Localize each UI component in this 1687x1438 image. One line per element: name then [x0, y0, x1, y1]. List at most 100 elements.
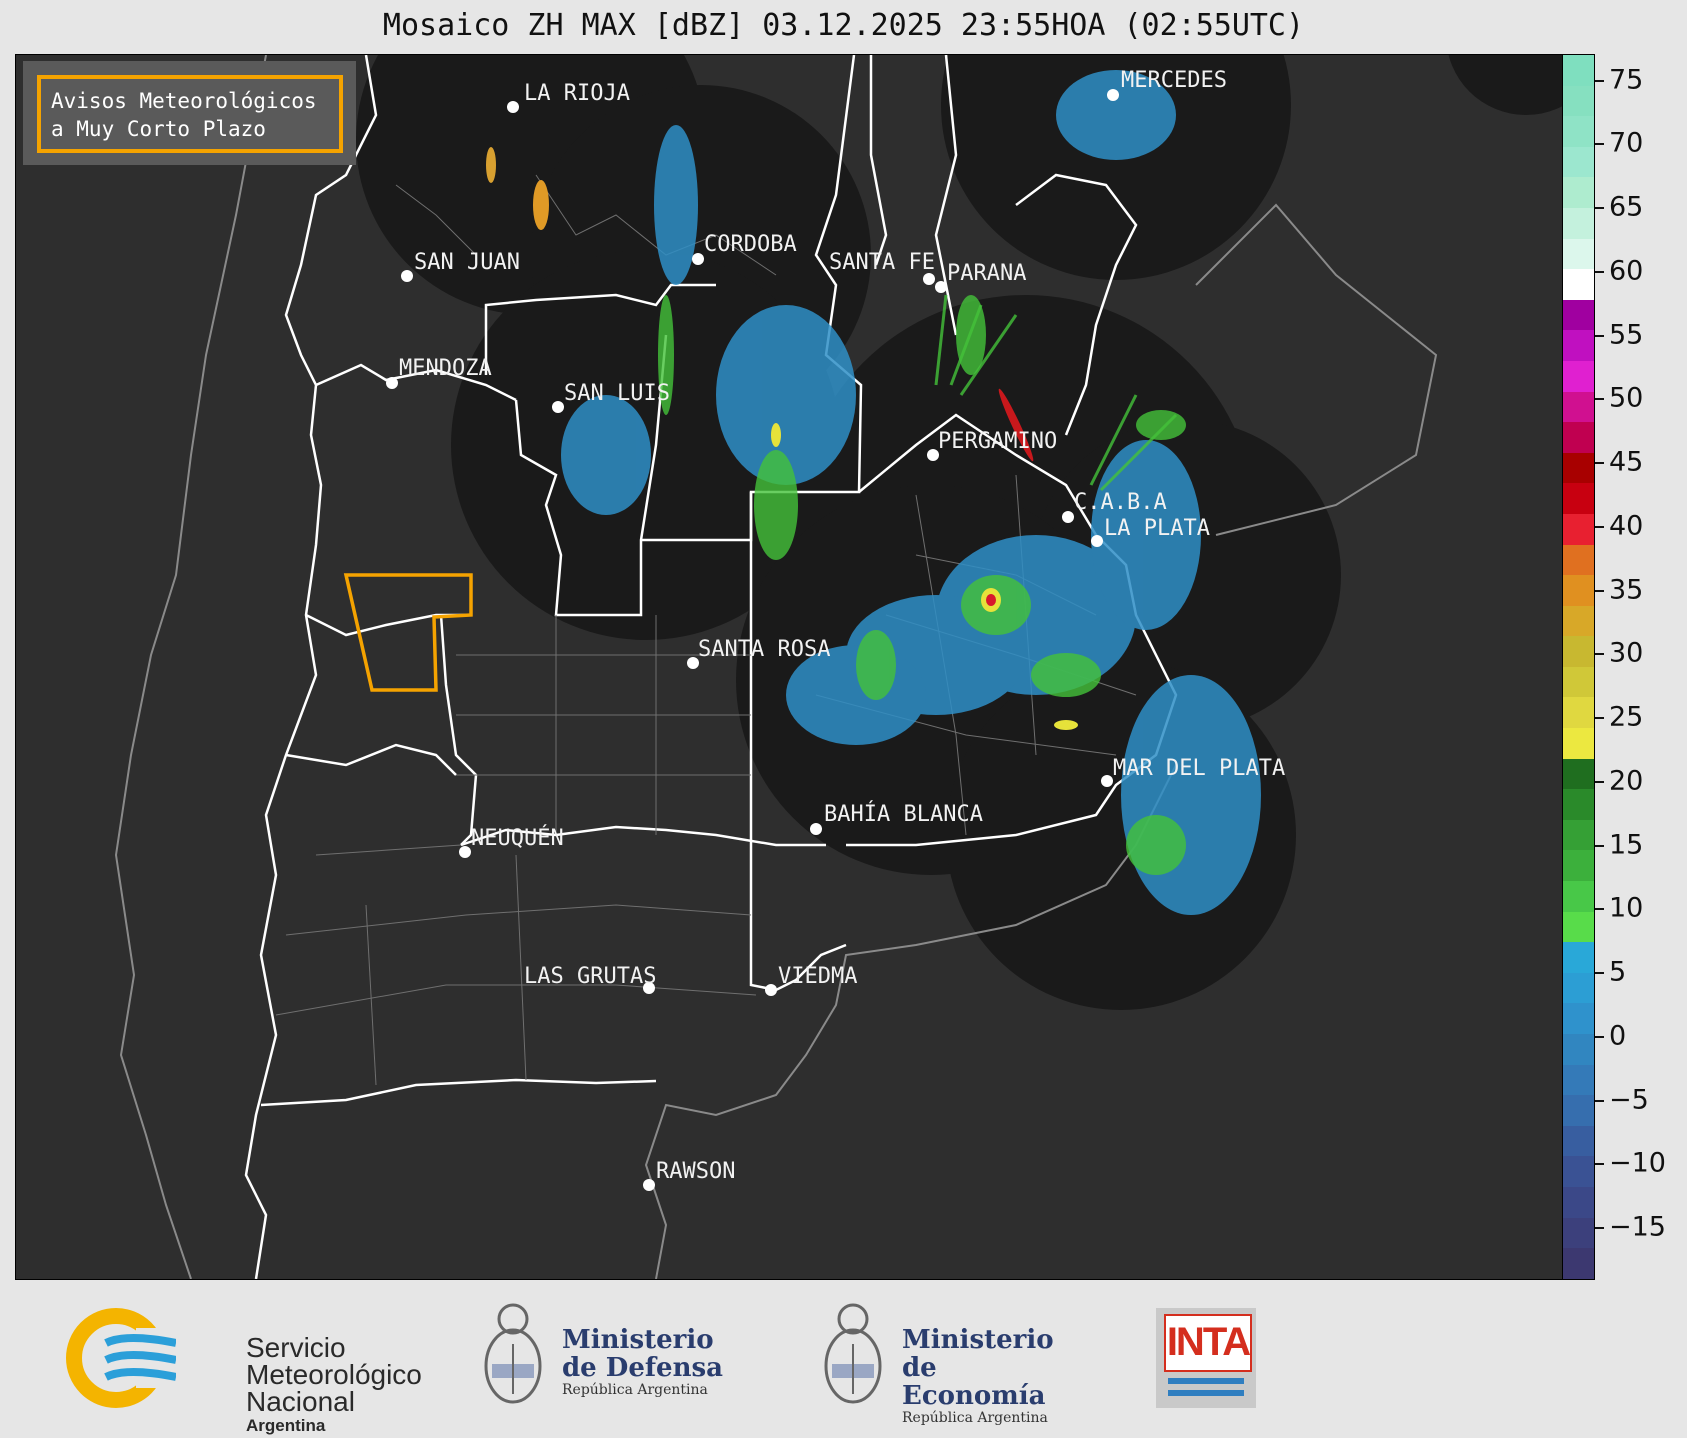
colorbar-tick-label: 65	[1609, 191, 1644, 223]
colorbar-band	[1563, 575, 1594, 606]
smn-line1: Servicio	[246, 1332, 346, 1363]
colorbar-band	[1563, 881, 1594, 912]
city-dot-viedma	[765, 984, 777, 996]
city-label-mar-del-plata: MAR DEL PLATA	[1113, 756, 1285, 781]
colorbar-band	[1563, 942, 1594, 973]
colorbar-tick	[1595, 589, 1604, 592]
colorbar-tick	[1595, 653, 1604, 656]
city-dot-neuquen	[459, 846, 471, 858]
city-label-bahia-blanca: BAHÍA BLANCA	[824, 801, 983, 827]
colorbar-tick-label: 55	[1609, 319, 1644, 350]
city-dot-cordoba	[692, 253, 704, 265]
coat-of-arms-icon	[824, 1303, 882, 1404]
colorbar-tick-label: 35	[1609, 574, 1644, 605]
colorbar-band	[1563, 819, 1594, 851]
colorbar-tick	[1595, 334, 1604, 337]
city-label-mendoza: MENDOZA	[399, 356, 492, 381]
city-label-neuquen: NEUQUÉN	[471, 825, 564, 851]
defensa-title2: de Defensa	[562, 1353, 723, 1383]
city-dot-mercedes	[1107, 89, 1119, 101]
colorbar-band	[1563, 146, 1594, 178]
city-label-viedma: VIEDMA	[778, 964, 857, 989]
smn-emblem-icon	[66, 1308, 177, 1408]
colorbar-tick	[1595, 1035, 1604, 1038]
colorbar-tick	[1595, 972, 1604, 974]
smn-logo: Servicio Meteorológico Nacional Argentin…	[66, 1308, 446, 1435]
city-label-caba: C.A.B.A	[1074, 490, 1167, 515]
city-label-santa-rosa: SANTA ROSA	[698, 637, 830, 662]
inta-stripe	[1168, 1378, 1244, 1384]
warning-legend-line2: a Muy Corto Plazo	[51, 117, 266, 141]
colorbar-tick-label: 45	[1609, 446, 1644, 478]
colorbar-band	[1563, 1156, 1594, 1187]
inta-wordmark: INTA	[1164, 1314, 1252, 1372]
city-label-san-luis: SAN LUIS	[564, 381, 670, 406]
colorbar-tick	[1595, 844, 1604, 847]
colorbar-tick	[1595, 79, 1604, 82]
colorbar-tick-label: −10	[1609, 1147, 1666, 1179]
colorbar-band	[1563, 299, 1594, 331]
colorbar-tick-label: 15	[1609, 829, 1644, 860]
economia-title2: de Economía	[902, 1353, 1046, 1411]
colorbar-band	[1563, 1186, 1594, 1218]
defensa-logo: Ministerio de Defensa República Argentin…	[478, 1294, 738, 1424]
defensa-title1: Ministerio	[562, 1325, 714, 1355]
colorbar-band	[1563, 177, 1594, 208]
smn-line4: Argentina	[246, 1416, 326, 1435]
colorbar-band	[1563, 972, 1594, 1004]
colorbar-tick-label: 40	[1609, 510, 1644, 542]
colorbar-band	[1563, 483, 1594, 514]
colorbar-tick-label: 75	[1609, 64, 1644, 95]
colorbar-band	[1563, 391, 1594, 423]
colorbar-tick-label: 50	[1609, 382, 1644, 414]
colorbar-band	[1563, 1003, 1594, 1034]
colorbar-band	[1563, 269, 1594, 300]
colorbar-tick-label: 30	[1609, 637, 1644, 669]
colorbar-band	[1563, 1095, 1594, 1126]
inta-logo: INTA	[1156, 1308, 1256, 1408]
colorbar-band	[1563, 422, 1594, 453]
city-dot-parana	[935, 281, 947, 293]
city-dot-mar-del-plata	[1101, 775, 1113, 787]
smn-line2: Meteorológico	[246, 1359, 422, 1390]
colorbar-tick	[1595, 780, 1604, 783]
economia-text: Ministerio de Economía República Argenti…	[902, 1326, 1078, 1426]
economia-logo: Ministerio de Economía República Argenti…	[818, 1294, 1078, 1426]
colorbar-band	[1563, 728, 1594, 759]
defensa-sub: República Argentina	[562, 1382, 708, 1398]
city-dot-bahia-blanca	[810, 823, 822, 835]
colorbar-tick-label: 0	[1609, 1020, 1627, 1052]
colorbar-band	[1563, 513, 1594, 545]
colorbar-band	[1563, 789, 1594, 820]
colorbar-band	[1563, 1034, 1594, 1065]
city-label-la-plata: LA PLATA	[1104, 516, 1210, 541]
colorbar	[1562, 54, 1595, 1280]
warning-legend-swatch: Avisos Meteorológicos a Muy Corto Plazo	[37, 75, 343, 153]
city-dot-rawson	[643, 1179, 655, 1191]
colorbar-band	[1563, 116, 1594, 147]
city-dot-la-rioja	[507, 101, 519, 113]
city-label-santa-fe: SANTA FE	[829, 250, 935, 275]
colorbar-tick-label: −15	[1609, 1211, 1666, 1243]
defensa-text: Ministerio de Defensa República Argentin…	[562, 1326, 723, 1398]
colorbar-tick	[1595, 462, 1604, 464]
city-dot-san-luis	[552, 401, 564, 413]
radar-map[interactable]: LA RIOJA SAN JUAN CORDOBA SANTA FE PARAN…	[15, 54, 1564, 1280]
city-label-las-grutas: LAS GRUTAS	[524, 964, 656, 989]
colorbar-tick	[1595, 908, 1604, 911]
footer-logos: Servicio Meteorológico Nacional Argentin…	[0, 1280, 1687, 1438]
colorbar-tick	[1595, 143, 1604, 146]
colorbar-tick-label: 60	[1609, 255, 1644, 287]
smn-logo-text: Servicio Meteorológico Nacional Argentin…	[246, 1334, 422, 1437]
colorbar-tick	[1595, 270, 1604, 273]
colorbar-band	[1563, 605, 1594, 637]
colorbar-band	[1563, 1248, 1594, 1279]
colorbar-tick-label: 5	[1609, 956, 1627, 988]
colorbar-band	[1563, 544, 1594, 576]
warning-legend-line1: Avisos Meteorológicos	[51, 89, 317, 113]
colorbar-band	[1563, 1125, 1594, 1157]
colorbar-tick	[1595, 398, 1604, 401]
city-label-rawson: RAWSON	[656, 1159, 735, 1184]
colorbar-tick	[1595, 1163, 1604, 1166]
colorbar-ticks: 75 70 65 60 55 50 45 40 35 30 25 20 15 10 5 0 −5 −10 −15	[1595, 54, 1685, 1278]
